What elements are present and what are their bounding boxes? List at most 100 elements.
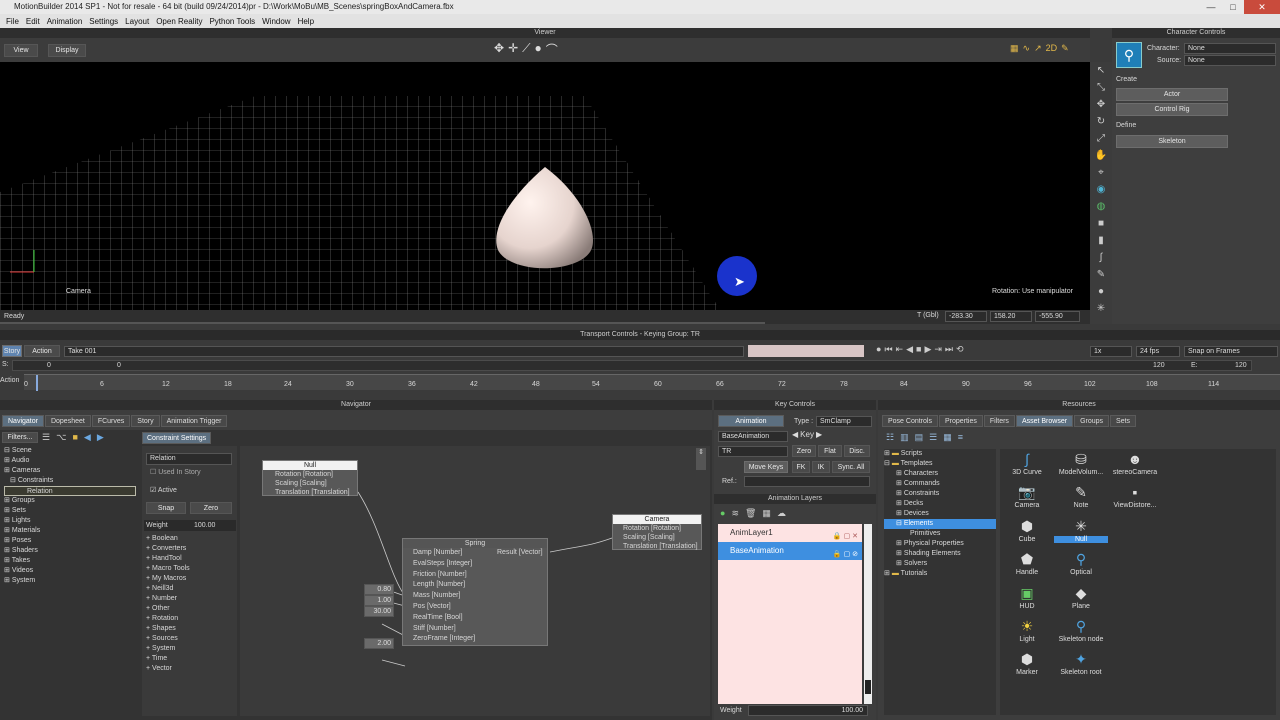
translate-icon[interactable]: ✛ xyxy=(508,41,518,58)
relation-name-field[interactable]: Relation xyxy=(146,453,232,465)
flat-button[interactable]: Flat xyxy=(818,445,842,457)
filters-button[interactable]: Filters... xyxy=(2,432,38,443)
speed-select[interactable]: 1x xyxy=(1090,346,1132,357)
play-icon[interactable]: ▶ xyxy=(924,344,931,355)
menu-edit[interactable]: Edit xyxy=(26,17,40,26)
menu-python-tools[interactable]: Python Tools xyxy=(209,17,255,26)
operator-time[interactable]: + Time xyxy=(146,654,190,664)
node-port[interactable]: Rotation [Rotation] xyxy=(263,470,357,479)
tz-field[interactable]: -555.90 xyxy=(1035,311,1080,322)
curve-tool-icon[interactable]: ∫ xyxy=(1094,251,1108,265)
tab-sets[interactable]: Sets xyxy=(1110,415,1137,427)
hierarchy-icon[interactable]: ⌥ xyxy=(56,432,66,443)
list-icon[interactable]: ☰ xyxy=(42,432,50,443)
key-button[interactable]: Key xyxy=(800,430,814,439)
move-keys-button[interactable]: Move Keys xyxy=(744,461,788,473)
tree-item-audio[interactable]: ⊞ Audio xyxy=(4,456,136,466)
wave-icon[interactable]: ∿ xyxy=(1023,43,1031,54)
tree-item-tutorials[interactable]: ⊞ ▬ Tutorials xyxy=(884,569,996,579)
camera-node[interactable]: Camera Rotation [Rotation] Scaling [Scal… xyxy=(612,514,702,550)
tab-navigator[interactable]: Navigator xyxy=(2,415,44,427)
tree-item-constraints[interactable]: ⊞ Constraints xyxy=(884,489,996,499)
menu-open-reality[interactable]: Open Reality xyxy=(156,17,202,26)
menu-settings[interactable]: Settings xyxy=(89,17,118,26)
stiff-input[interactable]: 2.00 xyxy=(364,638,394,649)
tab-properties[interactable]: Properties xyxy=(938,415,983,427)
take-select[interactable]: Take 001 xyxy=(64,346,744,357)
arrow-icon[interactable]: ↗ xyxy=(1034,43,1042,54)
scale-icon[interactable]: ● xyxy=(535,41,542,58)
skeleton-button[interactable]: Skeleton xyxy=(1116,135,1228,148)
action-button[interactable]: Action xyxy=(24,345,60,357)
tree-item-sets[interactable]: ⊞ Sets xyxy=(4,506,136,516)
close-button[interactable]: ✕ xyxy=(1244,0,1280,14)
fk-button[interactable]: FK xyxy=(792,461,810,473)
tab-dopesheet[interactable]: Dopesheet xyxy=(44,415,91,427)
translate-tool-icon[interactable]: ✥ xyxy=(1094,98,1108,112)
layer-row[interactable]: BaseAnimation 🔒 ▢ ⊘ xyxy=(718,542,862,560)
detail-view-icon[interactable]: ≡ xyxy=(958,432,963,443)
asset-hud[interactable]: ▣ HUD xyxy=(1000,583,1054,616)
interpolation-select[interactable]: SmClamp xyxy=(816,416,872,427)
node-port[interactable]: Pos [Vector] xyxy=(403,602,547,613)
menu-help[interactable]: Help xyxy=(298,17,314,26)
go-end-icon[interactable]: ⏭ xyxy=(945,344,953,355)
tab-filters[interactable]: Filters xyxy=(983,415,1015,427)
story-button[interactable]: Story xyxy=(2,345,22,357)
rotate-icon[interactable]: ⟋ xyxy=(522,41,530,58)
operator-vector[interactable]: + Vector xyxy=(146,664,190,674)
layer-select[interactable]: BaseAnimation xyxy=(718,431,788,442)
ref-field[interactable] xyxy=(744,476,870,487)
operator-other[interactable]: + Other xyxy=(146,604,190,614)
disc-button[interactable]: Disc. xyxy=(844,445,870,457)
menu-file[interactable]: File xyxy=(6,17,19,26)
tx-field[interactable]: -283.30 xyxy=(945,311,987,322)
pivot-icon[interactable]: ⌖ xyxy=(1094,166,1108,180)
pane-view-icon[interactable]: ▥ xyxy=(900,432,909,443)
layer-scrollbar[interactable] xyxy=(864,524,872,704)
pen-icon[interactable]: ✎ xyxy=(1061,43,1069,54)
layer-weight-field[interactable]: 100.00 xyxy=(748,705,868,716)
zero-key-button[interactable]: Zero xyxy=(792,445,816,457)
control-rig-button[interactable]: Control Rig xyxy=(1116,103,1228,116)
minimize-button[interactable]: — xyxy=(1200,0,1222,14)
asset-model-volume[interactable]: ⛁ ModelVolum... xyxy=(1054,449,1108,482)
operator-handtool[interactable]: + HandTool xyxy=(146,554,190,564)
ik-button[interactable]: IK xyxy=(812,461,830,473)
node-port[interactable]: Length [Number] xyxy=(403,580,547,591)
tree-item-commands[interactable]: ⊞ Commands xyxy=(884,479,996,489)
actor-button[interactable]: Actor xyxy=(1116,88,1228,101)
node-port[interactable]: Friction [Number] xyxy=(403,570,547,581)
node-port[interactable]: Scaling [Scaling] xyxy=(263,479,357,488)
operator-neill3d[interactable]: + Neill3d xyxy=(146,584,190,594)
node-port[interactable]: EvalSteps [Integer] xyxy=(403,559,547,570)
tree-item-physical-properties[interactable]: ⊞ Physical Properties xyxy=(884,539,996,549)
cylinder-icon[interactable]: ▮ xyxy=(1094,234,1108,248)
mass-input[interactable]: 30.00 xyxy=(364,606,394,617)
tree-item-relation[interactable]: Relation xyxy=(4,486,136,496)
tab-fcurves[interactable]: FCurves xyxy=(91,415,131,427)
layers-icon[interactable]: ≋ xyxy=(731,508,739,519)
tree-item-cameras[interactable]: ⊞ Cameras xyxy=(4,466,136,476)
ty-field[interactable]: 158.20 xyxy=(990,311,1032,322)
asset-skeleton-root[interactable]: ✦ Skeleton root xyxy=(1054,649,1108,682)
select-icon[interactable]: ✥ xyxy=(494,41,504,58)
list-view-icon[interactable]: ☰ xyxy=(929,432,937,443)
tree-item-groups[interactable]: ⊞ Groups xyxy=(4,496,136,506)
graph-scroll-icon[interactable]: ⇕ xyxy=(696,448,706,470)
sphere-icon[interactable]: ◉ xyxy=(1094,183,1108,197)
node-port[interactable]: Stiff [Number] xyxy=(403,624,547,635)
tree-item-templates[interactable]: ⊟ ▬ Templates xyxy=(884,459,996,469)
node-port[interactable]: Translation [Translation] xyxy=(613,542,701,551)
ghost-icon[interactable]: ☁ xyxy=(777,508,786,519)
arc-icon[interactable]: ⌒ xyxy=(546,41,558,58)
brush-icon[interactable]: ✎ xyxy=(1094,268,1108,282)
asset-note[interactable]: ✎ Note xyxy=(1054,482,1108,515)
tab-animation[interactable]: Animation xyxy=(718,415,784,427)
character-icon[interactable]: ⚲ xyxy=(1116,42,1142,68)
delete-layer-icon[interactable]: 🗑 xyxy=(745,508,756,519)
asset-handle[interactable]: ⬟ Handle xyxy=(1000,549,1054,582)
tree-item-primitives[interactable]: Primitives xyxy=(884,529,996,539)
length-input[interactable]: 1.00 xyxy=(364,595,394,606)
star-icon[interactable]: ✳ xyxy=(1094,302,1108,316)
